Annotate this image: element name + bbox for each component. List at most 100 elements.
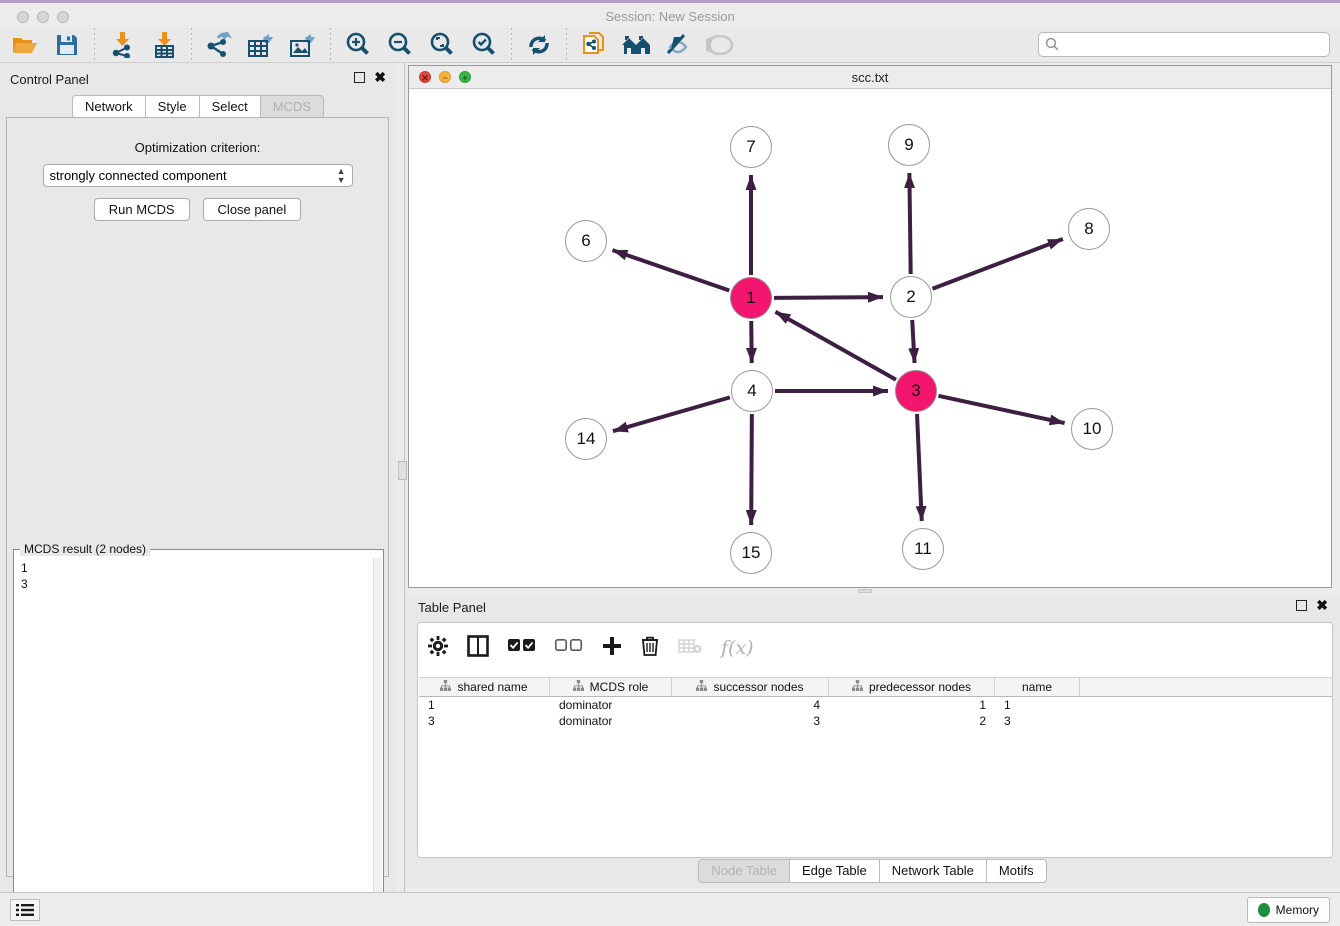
save-icon[interactable] bbox=[50, 30, 84, 60]
table-cell[interactable]: 2 bbox=[829, 713, 995, 729]
search-icon bbox=[1045, 37, 1060, 52]
graph-node-11[interactable]: 11 bbox=[902, 528, 944, 570]
hide-selected-icon[interactable] bbox=[661, 30, 695, 60]
import-table-icon[interactable] bbox=[147, 30, 181, 60]
control-panel-tabs: NetworkStyleSelectMCDS bbox=[0, 95, 396, 119]
edge-3-1[interactable] bbox=[775, 312, 896, 380]
close-panel-button[interactable]: Close panel bbox=[203, 198, 302, 221]
column-header-shared-name[interactable]: shared name bbox=[419, 678, 550, 696]
run-mcds-button[interactable]: Run MCDS bbox=[94, 198, 190, 221]
zoom-out-icon[interactable] bbox=[383, 30, 417, 60]
tab-select[interactable]: Select bbox=[200, 95, 261, 119]
table-panel: Table Panel ✖ bbox=[405, 595, 1340, 888]
optimization-criterion-select[interactable]: strongly connected component ▲▼ bbox=[43, 164, 353, 187]
float-table-panel-icon[interactable] bbox=[1296, 600, 1307, 611]
delete-column-trash-icon[interactable] bbox=[641, 635, 659, 661]
main-toolbar bbox=[0, 28, 1340, 63]
duplicate-network-icon[interactable] bbox=[577, 30, 611, 60]
search-field[interactable] bbox=[1038, 32, 1330, 57]
graph-node-3[interactable]: 3 bbox=[895, 370, 937, 412]
zoom-fit-icon[interactable] bbox=[425, 30, 459, 60]
add-column-plus-icon[interactable] bbox=[602, 636, 622, 661]
column-header-label: predecessor nodes bbox=[869, 680, 971, 694]
column-settings-gear-icon[interactable] bbox=[428, 636, 448, 661]
table-cell[interactable]: 1 bbox=[995, 697, 1080, 713]
export-network-icon[interactable] bbox=[202, 30, 236, 60]
column-header-successor-nodes[interactable]: successor nodes bbox=[672, 678, 829, 696]
window-title: Session: New Session bbox=[0, 9, 1340, 24]
edge-3-10[interactable] bbox=[938, 396, 1064, 423]
edge-4-14[interactable] bbox=[613, 397, 730, 431]
network-window-titlebar[interactable]: ✕ − + scc.txt bbox=[409, 66, 1331, 89]
graph-node-15[interactable]: 15 bbox=[730, 532, 772, 574]
task-history-button[interactable] bbox=[10, 899, 40, 921]
memory-status-icon bbox=[1258, 903, 1270, 917]
show-all-icon[interactable] bbox=[703, 30, 737, 60]
export-table-icon[interactable] bbox=[244, 30, 278, 60]
import-network-icon[interactable] bbox=[105, 30, 139, 60]
graph-node-10[interactable]: 10 bbox=[1071, 408, 1113, 450]
graph-node-1[interactable]: 1 bbox=[730, 277, 772, 319]
edge-2-3[interactable] bbox=[912, 320, 914, 363]
refresh-layout-icon[interactable] bbox=[522, 30, 556, 60]
table-cell[interactable]: dominator bbox=[550, 713, 672, 729]
delete-table-icon bbox=[678, 638, 702, 659]
column-header-name[interactable]: name bbox=[995, 678, 1080, 696]
table-splitter-handle[interactable] bbox=[858, 589, 872, 593]
graph-node-8[interactable]: 8 bbox=[1068, 208, 1110, 250]
table-toolbar: f(x) bbox=[428, 631, 754, 665]
tab-network-table[interactable]: Network Table bbox=[880, 859, 987, 883]
table-cell[interactable]: dominator bbox=[550, 697, 672, 713]
tab-node-table[interactable]: Node Table bbox=[698, 859, 790, 883]
edge-2-8[interactable] bbox=[932, 239, 1062, 289]
column-header-label: MCDS role bbox=[590, 680, 649, 694]
toolbar-separator bbox=[566, 28, 567, 62]
edge-4-15[interactable] bbox=[751, 414, 752, 525]
select-all-checkboxes-icon[interactable] bbox=[508, 639, 536, 657]
memory-button[interactable]: Memory bbox=[1247, 897, 1330, 923]
close-panel-icon[interactable]: ✖ bbox=[374, 72, 386, 83]
panel-splitter-handle[interactable] bbox=[398, 461, 407, 480]
column-header-MCDS-role[interactable]: MCDS role bbox=[550, 678, 672, 696]
table-cell[interactable]: 1 bbox=[419, 697, 550, 713]
graph-node-4[interactable]: 4 bbox=[731, 370, 773, 412]
mcds-result-list[interactable]: 13 bbox=[15, 558, 373, 923]
graph-node-7[interactable]: 7 bbox=[730, 126, 772, 168]
table-cell[interactable]: 4 bbox=[672, 697, 829, 713]
zoom-in-icon[interactable] bbox=[341, 30, 375, 60]
graph-node-2[interactable]: 2 bbox=[890, 276, 932, 318]
float-panel-icon[interactable] bbox=[354, 72, 365, 83]
table-cell[interactable]: 1 bbox=[829, 697, 995, 713]
search-input[interactable] bbox=[1060, 38, 1323, 52]
network-canvas[interactable]: 1 2 3 4 6 7 8 9 10 11 14 15 bbox=[409, 89, 1331, 587]
tab-style[interactable]: Style bbox=[146, 95, 200, 119]
edge-1-6[interactable] bbox=[612, 250, 729, 290]
edge-3-11[interactable] bbox=[917, 414, 922, 521]
table-cell[interactable]: 3 bbox=[419, 713, 550, 729]
deselect-all-checkboxes-icon[interactable] bbox=[555, 639, 583, 657]
edge-1-2[interactable] bbox=[774, 297, 883, 298]
table-panel-title: Table Panel bbox=[418, 600, 486, 615]
network-window-title: scc.txt bbox=[409, 70, 1331, 85]
graph-node-6[interactable]: 6 bbox=[565, 220, 607, 262]
graph-node-14[interactable]: 14 bbox=[565, 418, 607, 460]
zoom-selected-icon[interactable] bbox=[467, 30, 501, 60]
open-folder-icon[interactable] bbox=[8, 30, 42, 60]
first-neighbors-icon[interactable] bbox=[619, 30, 653, 60]
edge-2-9[interactable] bbox=[909, 173, 910, 274]
close-table-panel-icon[interactable]: ✖ bbox=[1316, 600, 1328, 611]
column-header-predecessor-nodes[interactable]: predecessor nodes bbox=[829, 678, 995, 696]
mcds-result-scrollbar[interactable] bbox=[373, 558, 382, 923]
table-body: 1dominator4113dominator323 bbox=[419, 697, 1332, 729]
export-image-icon[interactable] bbox=[286, 30, 320, 60]
table-cell[interactable]: 3 bbox=[672, 713, 829, 729]
graph-node-9[interactable]: 9 bbox=[888, 124, 930, 166]
tab-edge-table[interactable]: Edge Table bbox=[790, 859, 880, 883]
table-row[interactable]: 3dominator323 bbox=[419, 713, 1332, 729]
tab-mcds[interactable]: MCDS bbox=[261, 95, 324, 119]
tab-network[interactable]: Network bbox=[72, 95, 146, 119]
split-panel-icon[interactable] bbox=[467, 635, 489, 662]
tab-motifs[interactable]: Motifs bbox=[987, 859, 1047, 883]
table-row[interactable]: 1dominator411 bbox=[419, 697, 1332, 713]
table-cell[interactable]: 3 bbox=[995, 713, 1080, 729]
